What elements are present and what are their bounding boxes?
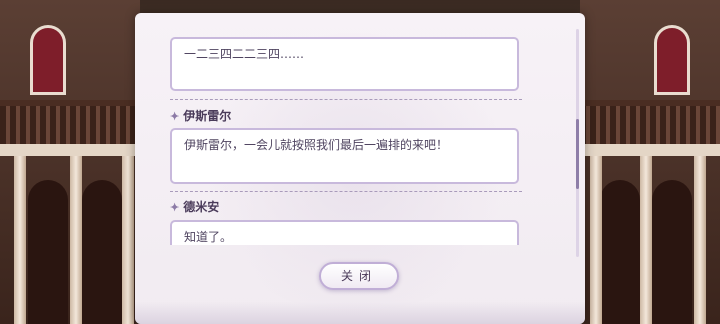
window-arch <box>654 25 690 95</box>
entry-divider <box>170 191 522 192</box>
pillar <box>70 156 82 324</box>
dialog-text: 知道了。 <box>184 230 233 244</box>
right-balcony <box>580 100 720 150</box>
dialog-bubble: 一二三四二二三四…… <box>170 37 519 91</box>
pillar <box>122 156 134 324</box>
star-icon: ✦ <box>170 201 180 214</box>
dialog-bubble: 知道了。 <box>170 220 519 245</box>
lower-arch <box>600 180 640 324</box>
speaker-label: ✦ 伊斯雷尔 <box>170 107 231 125</box>
speaker-name: 伊斯雷尔 <box>183 109 232 123</box>
scrollbar-thumb[interactable] <box>576 119 579 189</box>
dialog-bubble: 伊斯雷尔，一会儿就按照我们最后一遍排的来吧！ <box>170 128 519 184</box>
pillar <box>694 156 706 324</box>
left-balcony <box>0 100 140 150</box>
dialog-text: 一二三四二二三四…… <box>184 47 305 61</box>
speaker-label: ✦ 德米安 <box>170 198 219 216</box>
star-icon: ✦ <box>170 110 180 123</box>
dialog-text: 伊斯雷尔，一会儿就按照我们最后一遍排的来吧！ <box>184 138 449 152</box>
lower-arch <box>652 180 692 324</box>
log-scrollbar[interactable] <box>576 29 579 257</box>
left-balcony-base <box>0 144 140 156</box>
lower-arch <box>28 180 68 324</box>
window-arch <box>30 25 66 95</box>
pillar <box>14 156 26 324</box>
speaker-name: 德米安 <box>183 200 220 214</box>
pillar <box>590 156 602 324</box>
right-balcony-base <box>580 144 720 156</box>
panel-bottom-shade <box>135 302 585 324</box>
lower-arch <box>82 180 122 324</box>
dialog-log-panel: 一二三四二二三四…… ✦ 伊斯雷尔 伊斯雷尔，一会儿就按照我们最后一遍排的来吧！ … <box>135 13 585 324</box>
entry-divider <box>170 99 522 100</box>
close-button[interactable]: 关闭 <box>319 262 399 290</box>
dialog-log-list[interactable]: 一二三四二二三四…… ✦ 伊斯雷尔 伊斯雷尔，一会儿就按照我们最后一遍排的来吧！ … <box>135 13 585 245</box>
pillar <box>640 156 652 324</box>
